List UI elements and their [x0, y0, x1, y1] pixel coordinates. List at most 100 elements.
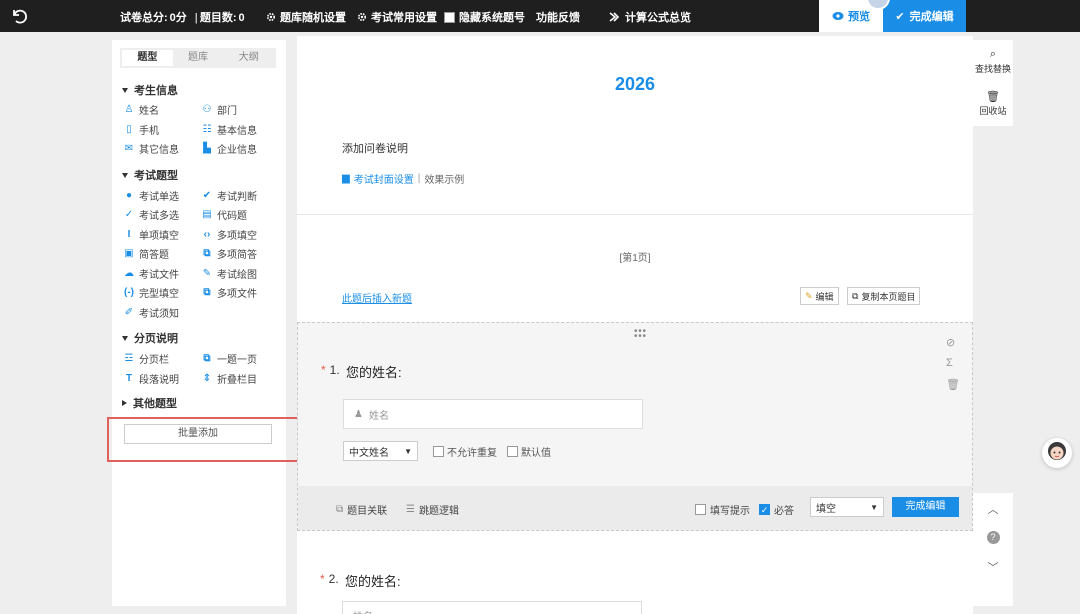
tab-question-bank[interactable]: 题库 — [173, 50, 224, 66]
find-replace-button[interactable]: 查找替换 — [973, 62, 1013, 75]
type-item-multi-short-answer[interactable]: ⧉ 多项简答 — [202, 246, 257, 261]
type-item-other-info[interactable]: ✉ 其它信息 — [124, 141, 179, 156]
trash-icon[interactable]: 🗑 — [973, 90, 1013, 103]
type-item-paragraph[interactable]: T 段落说明 — [124, 371, 179, 386]
recycle-bin-button[interactable]: 回收站 — [973, 104, 1013, 117]
type-item-label: 手机 — [139, 126, 159, 137]
type-item-file[interactable]: ☁ 考试文件 — [124, 266, 179, 281]
edit-page-button[interactable]: ✎ 编辑 — [800, 287, 839, 305]
type-item-label: 多项文件 — [217, 289, 257, 300]
question-title[interactable]: 您的姓名: — [345, 571, 401, 590]
type-item-short-answer[interactable]: ▣ 简答题 — [124, 246, 169, 261]
formula-overview-menu[interactable]: 计算公式总览 — [607, 9, 691, 25]
no-duplicate-option[interactable]: 不允许重复 — [433, 444, 497, 459]
survey-intro[interactable]: 添加问卷说明 — [342, 140, 408, 156]
required-option[interactable]: ✓ 必答 — [759, 502, 794, 517]
group-title-pagination: 分页说明 — [134, 333, 178, 345]
chevron-down-icon[interactable]: ﹀ — [973, 559, 1013, 575]
collapse-triangle-icon — [122, 87, 128, 93]
sigma-icon — [609, 12, 620, 22]
type-item-multi-fill[interactable]: ‹› 多项填空 — [202, 227, 257, 242]
insert-new-question-link[interactable]: 此题后插入新题 — [342, 290, 412, 305]
drag-handle-icon[interactable]: • • • • • • — [634, 327, 646, 342]
finish-edit-button[interactable]: ✔ 完成编辑 — [883, 0, 966, 32]
question-relation-button[interactable]: ⧉ 题目关联 — [336, 502, 387, 517]
notice-icon: ✐ — [124, 306, 134, 318]
question-count-label: 题目数: — [199, 12, 237, 24]
type-item-collapse-section[interactable]: ⇕ 折叠栏目 — [202, 371, 257, 386]
tab-question-types[interactable]: 题型 — [122, 50, 173, 66]
gear-icon — [357, 12, 367, 22]
type-item-label: 考试绘图 — [217, 270, 257, 281]
type-item-page-break[interactable]: ☲ 分页栏 — [124, 351, 169, 366]
hide-numbers-toggle[interactable]: 隐藏系统题号 — [444, 9, 525, 25]
question-footer: ⧉ 题目关联 ☰ 跳题逻辑 填写提示 ✓ 必答 填空 ▼ 完成编辑 — [298, 486, 972, 530]
common-settings-menu[interactable]: 考试常用设置 — [357, 9, 437, 25]
assistant-avatar[interactable] — [1042, 438, 1072, 468]
fill-hint-checkbox[interactable] — [695, 504, 706, 515]
jump-logic-button[interactable]: ☰ 跳题逻辑 — [406, 502, 459, 517]
type-item-notice[interactable]: ✐ 考试须知 — [124, 305, 179, 320]
group-pagination[interactable]: 分页说明 — [122, 330, 178, 346]
document-icon: ▆ — [342, 173, 350, 184]
link-separator: | — [417, 173, 421, 184]
random-settings-menu[interactable]: 题库随机设置 — [266, 9, 346, 25]
fill-hint-option[interactable]: 填写提示 — [695, 502, 750, 517]
search-icon[interactable]: ⌕ — [973, 48, 1013, 61]
type-item-single-choice[interactable]: ● 考试单选 — [124, 188, 179, 203]
trash-icon[interactable]: 🗑 — [946, 378, 960, 391]
required-checkbox[interactable]: ✓ — [759, 504, 770, 515]
group-candidate-info[interactable]: 考生信息 — [122, 82, 178, 98]
assistant-face-icon — [1048, 442, 1066, 460]
type-item-one-per-page[interactable]: ⧉ 一题一页 — [202, 351, 257, 366]
exam-stats: 试卷总分: 0分 | 题目数: 0 — [120, 9, 247, 25]
type-item-name[interactable]: ♙ 姓名 — [124, 102, 159, 117]
type-item-department[interactable]: ⚇ 部门 — [202, 102, 237, 117]
name-type-select[interactable]: 中文姓名 ▼ — [343, 441, 418, 461]
type-item-label: 基本信息 — [217, 126, 257, 137]
cover-settings-link[interactable]: 考试封面设置 — [354, 171, 414, 186]
type-item-multi-choice[interactable]: ✓ 考试多选 — [124, 207, 179, 222]
group-exam-types[interactable]: 考试题型 — [122, 167, 178, 183]
default-value-option[interactable]: 默认值 — [507, 444, 551, 459]
exam-title[interactable]: 2026 — [297, 74, 973, 95]
check-icon: ✓ — [124, 208, 134, 220]
name-input-2[interactable]: 姓名 — [342, 601, 642, 614]
chevron-up-icon[interactable]: ︿ — [973, 501, 1013, 517]
total-score-label: 试卷总分: — [120, 12, 168, 24]
type-item-single-fill[interactable]: I 单项填空 — [124, 227, 179, 242]
fill-type-select[interactable]: 填空 ▼ — [810, 497, 884, 517]
no-duplicate-checkbox[interactable] — [433, 446, 444, 457]
type-item-label: 段落说明 — [139, 375, 179, 386]
group-other-types[interactable]: 其他题型 — [122, 395, 177, 411]
finish-question-button[interactable]: 完成编辑 — [892, 497, 959, 517]
hide-icon[interactable]: ⊘ — [946, 336, 955, 349]
type-item-multi-file[interactable]: ⧉ 多项文件 — [202, 285, 257, 300]
name-input[interactable]: ♟ 姓名 — [343, 399, 643, 429]
sigma-icon[interactable]: Σ — [946, 357, 953, 369]
tab-outline[interactable]: 大纲 — [223, 50, 274, 66]
back-icon[interactable] — [10, 7, 28, 25]
type-item-true-false[interactable]: ✔ 考试判断 — [202, 188, 257, 203]
default-value-checkbox[interactable] — [507, 446, 518, 457]
help-icon[interactable]: ? — [973, 531, 1013, 544]
type-item-phone[interactable]: ▯ 手机 — [124, 122, 159, 137]
type-item-cloze[interactable]: (-) 完型填空 — [124, 285, 179, 300]
right-toolbar: ⌕ 查找替换 🗑 回收站 — [973, 40, 1013, 126]
hide-numbers-checkbox[interactable] — [444, 11, 455, 23]
section-divider — [297, 214, 973, 215]
copy-page-button[interactable]: ⧉ 复制本页题目 — [847, 287, 921, 305]
question-card-1[interactable]: • • • • • • * 1. 您的姓名: ⊘ Σ 🗑 ♟ 姓名 中文姓名 ▼ 不… — [297, 322, 973, 531]
default-value-label: 默认值 — [521, 448, 551, 459]
check-cross-icon: ✔ — [202, 189, 212, 201]
question-title[interactable]: 您的姓名: — [346, 362, 402, 381]
type-item-code[interactable]: ▤ 代码题 — [202, 207, 247, 222]
type-item-drawing[interactable]: ✎ 考试绘图 — [202, 266, 257, 281]
feedback-menu[interactable]: 功能反馈 — [536, 9, 580, 25]
collapse-icon: ⇕ — [202, 372, 212, 384]
effect-example-link[interactable]: 效果示例 — [424, 171, 464, 186]
type-item-label: 单项填空 — [139, 231, 179, 242]
type-item-company-info[interactable]: ▙ 企业信息 — [202, 141, 257, 156]
type-item-basic-info[interactable]: ☷ 基本信息 — [202, 122, 257, 137]
type-item-label: 分页栏 — [139, 355, 169, 366]
